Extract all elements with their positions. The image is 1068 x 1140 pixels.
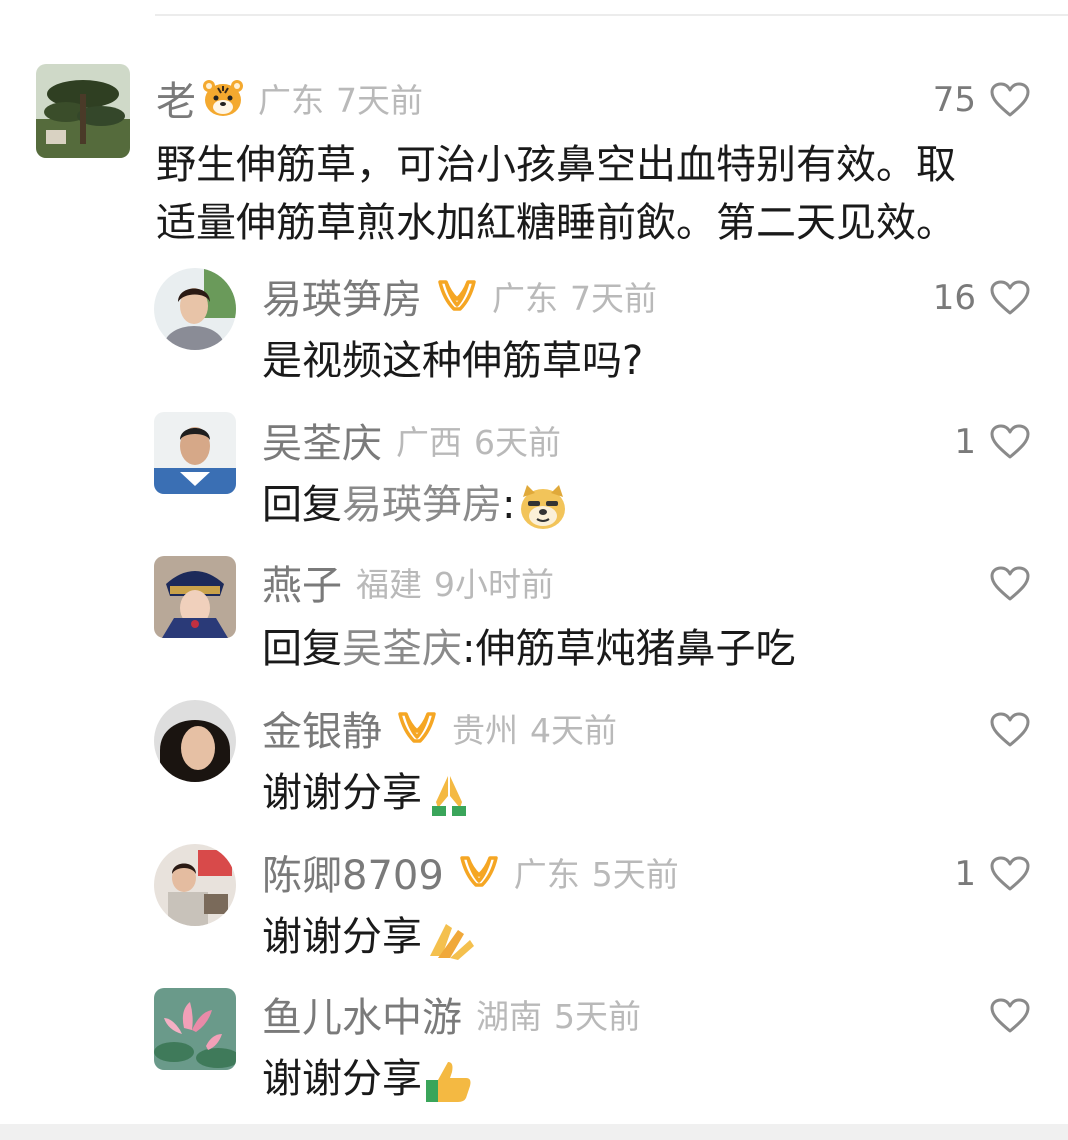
location: 贵州 xyxy=(452,711,518,750)
username[interactable]: 吴荃庆 xyxy=(262,411,382,469)
reply-prefix: 回复 xyxy=(262,626,342,672)
comment-text: 回复易瑛笋房: xyxy=(262,476,569,534)
location: 广东 xyxy=(492,279,558,318)
like-button[interactable] xyxy=(990,704,1030,756)
comment-text: 是视频这种伸筋草吗? xyxy=(262,338,644,384)
tiger-face-emoji xyxy=(202,78,244,118)
heart-icon[interactable] xyxy=(990,280,1030,316)
vip-badge-icon xyxy=(458,855,500,889)
avatar[interactable] xyxy=(154,412,236,494)
comment-body: 谢谢分享 xyxy=(262,770,422,816)
like-button[interactable] xyxy=(990,558,1030,610)
avatar[interactable] xyxy=(154,268,236,350)
reply: 易瑛笋房 广东 7天前 16 是视频这种伸筋草吗? xyxy=(0,262,1068,392)
username[interactable]: 易瑛笋房 xyxy=(262,267,422,325)
reply: 陈卿8709 广东 5天前 1 谢谢分享 xyxy=(0,838,1068,968)
location: 广东 xyxy=(258,81,324,120)
reply-target[interactable]: 易瑛笋房 xyxy=(342,482,502,528)
comment-text: 谢谢分享 xyxy=(262,764,474,822)
username[interactable]: 老 xyxy=(156,69,196,127)
avatar[interactable] xyxy=(154,988,236,1070)
thumbs-up-emoji xyxy=(424,1058,474,1104)
heart-icon[interactable] xyxy=(990,424,1030,460)
praying-hands-emoji xyxy=(424,772,474,818)
comment-body: 谢谢分享 xyxy=(262,914,422,960)
timestamp: 5天前 xyxy=(591,855,679,894)
like-button[interactable]: 1 xyxy=(954,416,1030,468)
praying-hands-emoji xyxy=(424,916,476,962)
avatar[interactable] xyxy=(154,844,236,926)
avatar[interactable] xyxy=(154,700,236,782)
reply-separator: : xyxy=(502,482,516,528)
like-count: 1 xyxy=(954,854,976,894)
username[interactable]: 金银静 xyxy=(262,699,382,757)
like-button[interactable]: 1 xyxy=(954,848,1030,900)
reply: 金银静 贵州 4天前 谢谢分享 xyxy=(0,694,1068,824)
timestamp: 6天前 xyxy=(474,423,561,462)
reply-target[interactable]: 吴荃庆 xyxy=(342,626,462,672)
comment-text: 谢谢分享 xyxy=(262,908,476,966)
bottom-bar xyxy=(0,1124,1068,1140)
like-count: 75 xyxy=(932,80,976,120)
location: 广东 xyxy=(513,855,580,894)
heart-icon[interactable] xyxy=(990,82,1030,118)
heart-icon[interactable] xyxy=(990,998,1030,1034)
reply-body: 伸筋草炖猪鼻子吃 xyxy=(475,626,796,672)
comment-text-line: 野生伸筋草，可治小孩鼻空出血特别有效。取 xyxy=(156,142,956,188)
comment-text-line: 适量伸筋草煎水加紅糖睡前飲。第二天见效。 xyxy=(156,200,956,246)
reply: 燕子 福建 9小时前 回复吴荃庆:伸筋草炖猪鼻子吃 xyxy=(0,550,1068,680)
vip-badge-icon xyxy=(436,279,478,313)
reply: 鱼儿水中游 湖南 5天前 谢谢分享 xyxy=(0,982,1068,1112)
location: 广西 xyxy=(396,423,462,462)
timestamp: 7天前 xyxy=(336,81,423,120)
doge-emoji xyxy=(517,483,569,531)
timestamp: 9小时前 xyxy=(434,565,554,604)
like-button[interactable]: 75 xyxy=(933,74,1030,126)
comment-text: 野生伸筋草，可治小孩鼻空出血特别有效。取 适量伸筋草煎水加紅糖睡前飲。第二天见效… xyxy=(156,136,956,252)
comment-text: 回复吴荃庆:伸筋草炖猪鼻子吃 xyxy=(262,620,795,678)
reply-prefix: 回复 xyxy=(262,482,342,528)
timestamp: 7天前 xyxy=(570,279,657,318)
heart-icon[interactable] xyxy=(990,856,1030,892)
heart-icon[interactable] xyxy=(990,566,1030,602)
username[interactable]: 陈卿8709 xyxy=(262,843,444,901)
like-button[interactable]: 16 xyxy=(933,272,1030,324)
username[interactable]: 鱼儿水中游 xyxy=(262,985,462,1043)
reply: 吴荃庆 广西 6天前 1 回复易瑛笋房: xyxy=(0,406,1068,536)
username[interactable]: 燕子 xyxy=(262,553,342,611)
location: 湖南 xyxy=(476,997,542,1036)
heart-icon[interactable] xyxy=(990,712,1030,748)
like-count: 1 xyxy=(954,422,976,462)
reply-separator: : xyxy=(462,626,476,672)
comment-text: 谢谢分享 xyxy=(262,1050,474,1108)
comment: 老 广东 7天前 75 野生伸筋草，可治小孩鼻空出血特别有效。取 适量伸筋草煎水… xyxy=(0,0,1068,260)
timestamp: 4天前 xyxy=(530,711,617,750)
location: 福建 xyxy=(356,565,422,604)
comment-body: 谢谢分享 xyxy=(262,1056,422,1102)
like-count: 16 xyxy=(932,278,976,318)
timestamp: 5天前 xyxy=(554,997,641,1036)
avatar[interactable] xyxy=(154,556,236,638)
vip-badge-icon xyxy=(396,711,438,745)
like-button[interactable] xyxy=(990,990,1030,1042)
avatar[interactable] xyxy=(36,64,130,158)
